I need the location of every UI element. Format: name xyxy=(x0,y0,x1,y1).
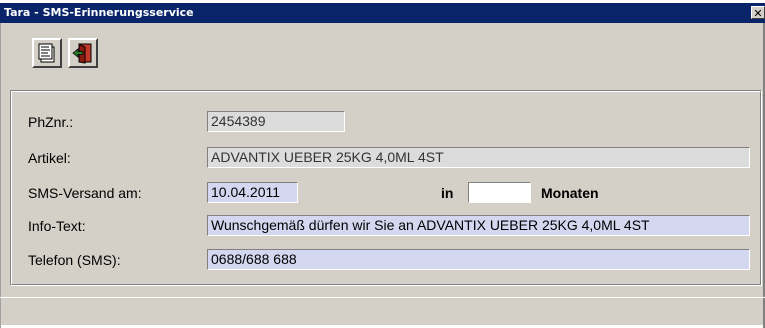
document-list-button[interactable] xyxy=(32,38,62,68)
title-bar[interactable]: Tara - SMS-Erinnerungsservice ✕ xyxy=(0,3,765,23)
info-text-input[interactable]: Wunschgemäß dürfen wir Sie an ADVANTIX U… xyxy=(207,215,750,236)
exit-door-icon xyxy=(72,43,92,64)
months-input[interactable] xyxy=(468,182,531,203)
exit-button[interactable] xyxy=(68,38,98,68)
artikel-field: ADVANTIX UEBER 25KG 4,0ML 4ST xyxy=(207,147,750,168)
months-label: Monaten xyxy=(541,185,599,201)
status-divider xyxy=(0,297,765,298)
phznr-field: 2454389 xyxy=(207,111,345,132)
phznr-label: PhZnr.: xyxy=(28,114,74,130)
info-text-label: Info-Text: xyxy=(28,218,86,234)
window-title: Tara - SMS-Erinnerungsservice xyxy=(4,6,194,19)
close-button[interactable]: ✕ xyxy=(751,6,765,20)
window-left-border xyxy=(0,23,1,328)
sms-versand-label: SMS-Versand am: xyxy=(28,185,142,201)
telefon-label: Telefon (SMS): xyxy=(28,252,121,268)
in-label: in xyxy=(441,185,454,201)
telefon-input[interactable]: 0688/688 688 xyxy=(207,249,750,270)
document-list-icon xyxy=(38,43,55,63)
sms-reminder-window: Tara - SMS-Erinnerungsservice ✕ PhZnr.: … xyxy=(0,3,765,328)
sms-date-input[interactable]: 10.04.2011 xyxy=(207,182,298,203)
artikel-label: Artikel: xyxy=(28,150,71,166)
